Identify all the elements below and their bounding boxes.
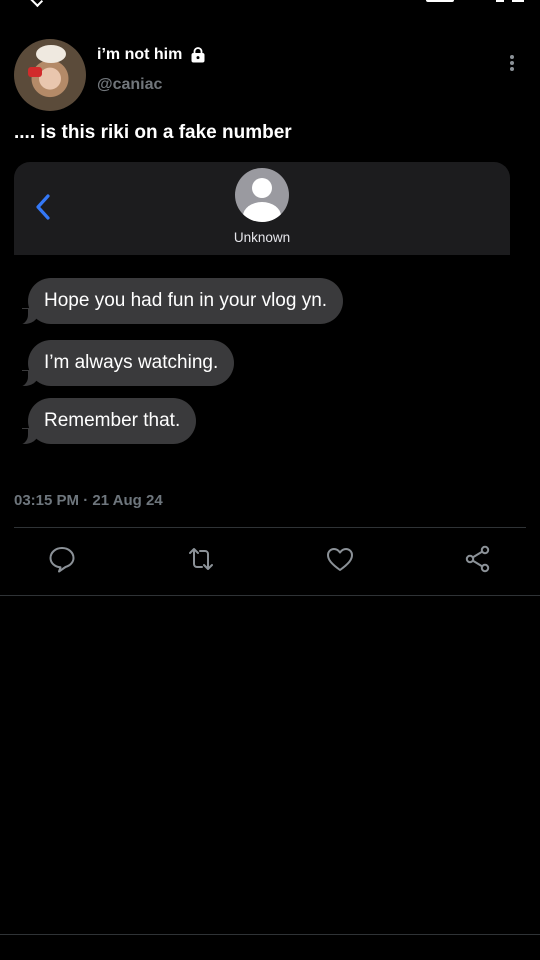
avatar[interactable] <box>14 39 86 111</box>
reply-button[interactable] <box>47 544 77 574</box>
share-icon <box>465 545 490 573</box>
contact-avatar <box>235 168 289 222</box>
name-row: i’m not him <box>97 46 206 64</box>
divider <box>14 527 526 528</box>
user-handle[interactable]: @caniac <box>97 76 162 94</box>
post-text: .... is this riki on a fake number <box>14 122 292 143</box>
like-icon <box>327 548 353 571</box>
post-timestamp: 03:15 PM · 21 Aug 24 <box>14 492 163 509</box>
person-icon <box>243 178 281 222</box>
status-bar <box>0 0 540 8</box>
more-options-icon[interactable] <box>506 54 518 72</box>
lock-icon <box>191 47 205 63</box>
divider <box>0 934 540 935</box>
retweet-button[interactable] <box>186 544 216 574</box>
action-bar <box>0 544 540 578</box>
like-button[interactable] <box>325 544 355 574</box>
post-header: i’m not him @caniac <box>14 38 526 112</box>
display-name[interactable]: i’m not him <box>97 46 182 64</box>
message-bubble: Hope you had fun in your vlog yn. <box>15 278 344 325</box>
message-bubble: Remember that. <box>15 398 197 445</box>
embedded-screenshot-header: Unknown <box>14 162 510 255</box>
reply-icon <box>49 547 75 573</box>
share-button[interactable] <box>463 544 493 574</box>
back-chevron-icon <box>36 194 50 220</box>
divider <box>0 595 540 596</box>
retweet-icon <box>189 548 213 570</box>
contact-name: Unknown <box>233 230 291 245</box>
message-bubble: I’m always watching. <box>15 340 235 387</box>
